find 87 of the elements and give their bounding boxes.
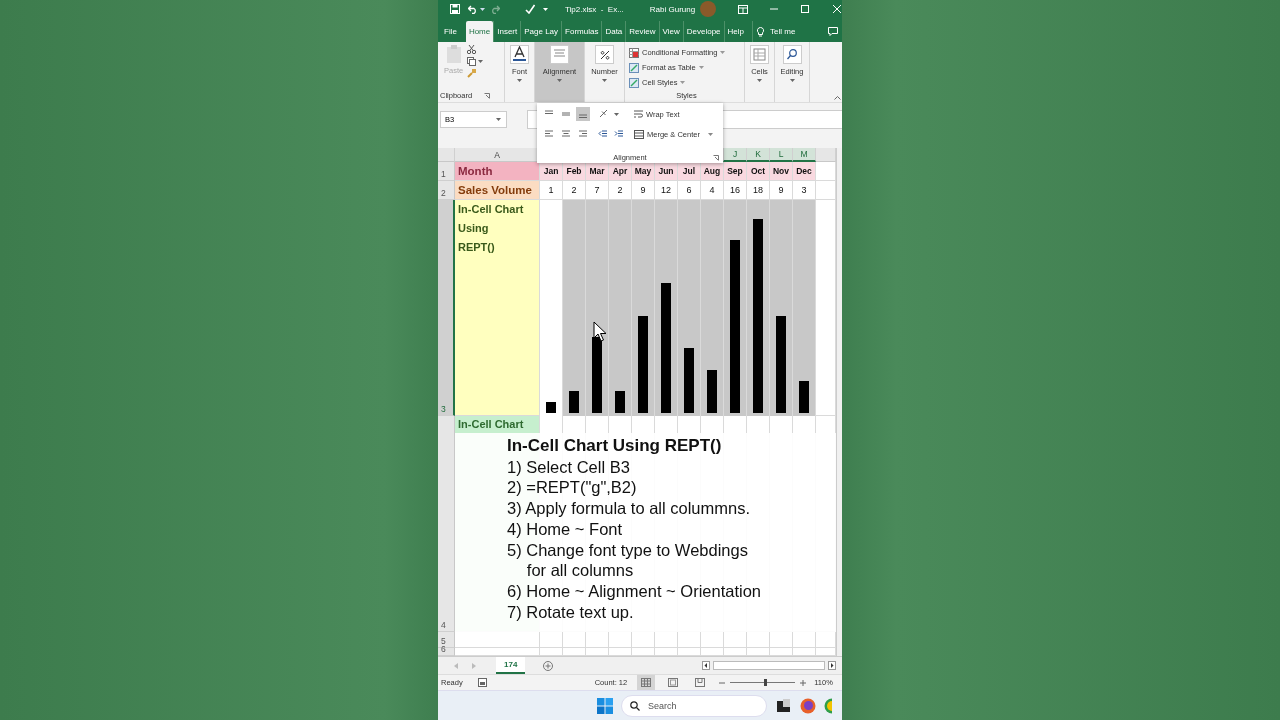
cursor-icon <box>593 321 607 343</box>
page-break-view-icon[interactable] <box>695 678 706 687</box>
comment-icon[interactable] <box>828 27 838 36</box>
app-icon[interactable] <box>777 699 790 712</box>
table-cell: Month <box>455 162 540 181</box>
caret-icon <box>680 81 686 84</box>
browser-icon[interactable] <box>800 697 816 714</box>
center-align-icon[interactable] <box>561 129 571 139</box>
copy-icon[interactable] <box>467 57 477 66</box>
scroll-right-icon[interactable] <box>828 661 836 670</box>
normal-view-icon[interactable] <box>641 678 652 687</box>
scissors-icon[interactable] <box>467 45 477 54</box>
save-icon[interactable] <box>450 4 460 14</box>
caret-icon <box>757 79 762 82</box>
macro-recording-icon[interactable] <box>477 678 487 687</box>
sheet-tab[interactable]: 174 <box>496 657 526 674</box>
merge-cells-icon <box>634 129 644 139</box>
tell-me-search[interactable]: Tell me <box>770 27 796 36</box>
empty-cell <box>816 181 836 200</box>
font-icon <box>510 45 529 64</box>
table-cell: Nov <box>770 162 793 181</box>
column-header[interactable]: K <box>747 148 770 162</box>
caret-icon <box>698 66 704 69</box>
redo-icon <box>490 4 500 14</box>
windows-icon[interactable] <box>597 697 613 714</box>
caret-icon <box>602 79 607 82</box>
horizontal-scrollbar[interactable] <box>713 661 825 670</box>
caret-icon <box>614 112 619 116</box>
table-cell: Sep <box>724 162 747 181</box>
launcher-icon[interactable] <box>713 155 719 161</box>
window-title: Tip2.xlsx - Ex... <box>565 4 624 14</box>
caret-icon <box>496 117 501 121</box>
caret-icon <box>789 79 795 82</box>
cells-icon <box>750 45 769 64</box>
caret-icon <box>557 79 562 82</box>
right-align-icon[interactable] <box>578 129 588 139</box>
increase-indent-icon[interactable] <box>614 129 624 139</box>
search-icon <box>782 45 802 64</box>
format-table-icon <box>629 62 639 73</box>
scroll-left-icon[interactable] <box>702 661 710 670</box>
table-cell: In-Cell Chart Using REPT() <box>455 200 540 416</box>
caret-icon <box>707 132 713 136</box>
search-field[interactable]: Search <box>621 694 767 717</box>
avatar-icon <box>700 1 717 17</box>
wrap-text-icon <box>634 109 643 119</box>
row-number: 1 <box>438 162 455 181</box>
page-layout-view-icon[interactable] <box>668 678 679 687</box>
row-number: 3 <box>438 200 455 416</box>
lightbulb-icon[interactable] <box>757 26 764 37</box>
cell-styles-icon <box>629 77 639 88</box>
column-header[interactable]: A <box>455 148 540 162</box>
maximize-icon[interactable] <box>801 5 810 13</box>
column-header[interactable]: L <box>770 148 793 162</box>
close-icon[interactable] <box>833 5 842 13</box>
row-number: 4 <box>438 416 455 632</box>
spelling-check-icon[interactable] <box>525 4 535 14</box>
table-cell: Sales Volume <box>455 181 540 200</box>
launcher-icon[interactable] <box>484 92 491 99</box>
undo-icon[interactable] <box>468 4 478 14</box>
row-number: 2 <box>438 181 455 200</box>
ribbon-display-icon[interactable] <box>738 4 749 14</box>
vertical-scrollbar[interactable] <box>836 148 842 656</box>
table-cell: Aug <box>701 162 724 181</box>
user-name: Rabi Gurung <box>649 4 696 14</box>
table-cell: Oct <box>747 162 770 181</box>
column-header[interactable]: J <box>724 148 747 162</box>
conditional-formatting-icon <box>629 47 639 58</box>
ribbon-tab[interactable]: File <box>438 21 460 42</box>
caret-icon <box>480 7 485 11</box>
align-icon <box>550 45 569 64</box>
caret-icon[interactable] <box>543 6 548 12</box>
caret-icon <box>517 79 522 82</box>
add-sheet-icon[interactable] <box>543 660 554 671</box>
percent-icon <box>595 45 614 64</box>
caret-icon <box>478 60 484 63</box>
browser-icon[interactable] <box>824 697 832 714</box>
ribbon-tab[interactable]: Home <box>465 21 494 42</box>
caret-icon <box>720 51 726 54</box>
left-align-icon[interactable] <box>544 129 554 139</box>
clipboard-icon <box>445 45 462 63</box>
zoom-in-icon[interactable] <box>800 679 807 686</box>
minimize-icon[interactable] <box>770 5 779 13</box>
table-cell: Dec <box>793 162 816 181</box>
decrease-indent-icon[interactable] <box>598 129 608 139</box>
search-icon <box>630 700 640 711</box>
collapse-icon[interactable] <box>834 96 841 100</box>
column-header[interactable]: M <box>793 148 816 162</box>
